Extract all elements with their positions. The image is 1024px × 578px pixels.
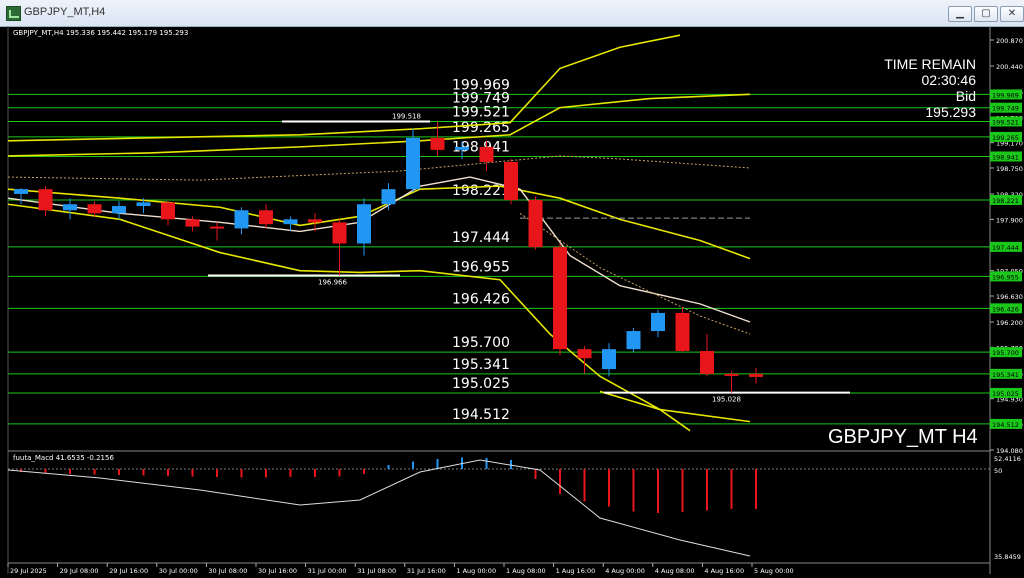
- price-tick-label: 194.080: [996, 447, 1023, 455]
- level-label: 197.444: [452, 230, 510, 246]
- price-tick-label: 196.200: [996, 319, 1023, 327]
- price-tick-label: 200.870: [996, 37, 1023, 45]
- bid-label: Bid: [955, 88, 976, 104]
- level-label: 196.955: [452, 259, 510, 275]
- level-axis-tag-label: 199.265: [992, 134, 1019, 142]
- candle-body: [283, 219, 298, 225]
- candle-body: [724, 373, 739, 376]
- candle-body: [749, 373, 763, 377]
- candle-body: [406, 137, 420, 190]
- candle-body: [553, 247, 567, 350]
- candle-body: [651, 312, 665, 332]
- candle-body: [479, 146, 494, 162]
- bid-value: 195.293: [925, 104, 976, 120]
- candle-body: [185, 219, 200, 227]
- time-tick-label: 1 Aug 16:00: [556, 567, 596, 575]
- time-tick-label: 31 Jul 08:00: [357, 567, 396, 575]
- candle-body: [112, 206, 126, 214]
- level-axis-tag-label: 195.341: [992, 371, 1019, 379]
- price-tick-label: 200.440: [996, 63, 1023, 71]
- macd-header: fuuta_Macd 41.6535 -0.2156: [13, 454, 114, 462]
- level-label: 195.341: [452, 357, 510, 373]
- time-tick-label: 4 Aug 00:00: [605, 567, 645, 575]
- time-tick-label: 30 Jul 00:00: [159, 567, 198, 575]
- macd-tick-label: 50: [994, 467, 1002, 475]
- candle-body: [504, 161, 518, 201]
- candle-body: [381, 189, 396, 205]
- price-chart[interactable]: 200.870200.440200.010199.590199.170198.7…: [0, 0, 1024, 578]
- upper-band-outer: [7, 34, 681, 142]
- level-label: 196.426: [452, 291, 510, 307]
- candle-body: [430, 137, 445, 150]
- time-tick-label: 29 Jul 16:00: [109, 567, 148, 575]
- slow-ma: [7, 155, 751, 181]
- candle-body: [455, 146, 469, 150]
- candle-body: [332, 222, 347, 244]
- symbol-ohlc-header: GBPJPY_MT,H4 195.336 195.442 195.179 195…: [13, 29, 189, 37]
- level-axis-tag-label: 198.221: [992, 197, 1019, 205]
- level-axis-tag-label: 199.521: [992, 118, 1019, 126]
- macd-tick-label: 52.4116: [994, 455, 1021, 463]
- candle-body: [210, 226, 224, 229]
- candle-body: [161, 202, 175, 220]
- candle-body: [675, 312, 690, 351]
- time-tick-label: 4 Aug 08:00: [655, 567, 695, 575]
- candle-body: [700, 350, 714, 374]
- level-label: 199.521: [452, 104, 510, 120]
- last-low-marker-label: 195.028: [712, 396, 741, 404]
- price-tick-label: 198.750: [996, 165, 1023, 173]
- candle-body: [63, 204, 77, 211]
- candle-body: [234, 210, 249, 229]
- candle-body: [357, 204, 371, 244]
- macd-tick-label: 35.8459: [994, 553, 1021, 561]
- time-tick-label: 29 Jul 08:00: [60, 567, 99, 575]
- level-axis-tag-label: 198.941: [992, 153, 1019, 161]
- level-axis-tag-label: 196.426: [992, 305, 1019, 313]
- time-tick-label: 5 Aug 00:00: [754, 567, 794, 575]
- level-label: 199.265: [452, 120, 510, 136]
- level-axis-tag-label: 195.700: [992, 349, 1019, 357]
- level-axis-tag-label: 199.969: [992, 91, 1019, 99]
- level-axis-tag-label: 195.025: [992, 390, 1019, 398]
- lower-band: [7, 203, 691, 432]
- level-axis-tag-label: 199.749: [992, 105, 1019, 113]
- candle-body: [577, 349, 592, 359]
- level-label: 195.700: [452, 335, 510, 351]
- candle-body: [136, 202, 151, 207]
- price-tick-label: 197.900: [996, 216, 1023, 224]
- time-remain-label: TIME REMAIN: [884, 56, 976, 72]
- upper-band-mid: [7, 93, 751, 157]
- time-tick-label: 1 Aug 08:00: [506, 567, 546, 575]
- time-tick-label: 4 Aug 16:00: [704, 567, 744, 575]
- level-axis-tag-label: 196.955: [992, 273, 1019, 281]
- level-axis-tag-label: 197.444: [992, 244, 1019, 252]
- level-axis-tag-label: 194.512: [992, 421, 1019, 429]
- candle-body: [602, 349, 616, 370]
- candle-body: [528, 200, 543, 248]
- price-tick-label: 196.630: [996, 293, 1023, 301]
- candle-body: [87, 204, 102, 214]
- level-label: 198.221: [452, 183, 510, 199]
- time-remain-value: 02:30:46: [921, 72, 977, 88]
- time-tick-label: 30 Jul 16:00: [258, 567, 297, 575]
- time-tick-label: 31 Jul 16:00: [407, 567, 446, 575]
- symbol-watermark: GBPJPY_MT H4: [828, 426, 978, 448]
- candle-body: [38, 189, 53, 211]
- time-tick-label: 31 Jul 00:00: [308, 567, 347, 575]
- chart-window: GBPJPY_MT,H4 ▁ ▢ ✕ 200.870200.440200.010…: [0, 0, 1024, 578]
- time-tick-label: 29 Jul 2025: [10, 567, 47, 575]
- band-centre: [7, 185, 751, 260]
- level-label: 194.512: [452, 407, 510, 423]
- candle-body: [308, 219, 322, 223]
- candle-body: [626, 331, 641, 350]
- candle-body: [14, 189, 28, 194]
- level-label: 195.025: [452, 376, 510, 392]
- candle-body: [259, 210, 273, 225]
- low-marker-label: 196.966: [318, 278, 347, 286]
- time-tick-label: 30 Jul 08:00: [208, 567, 247, 575]
- time-tick-label: 1 Aug 00:00: [456, 567, 496, 575]
- high-marker-label: 199.518: [392, 113, 421, 121]
